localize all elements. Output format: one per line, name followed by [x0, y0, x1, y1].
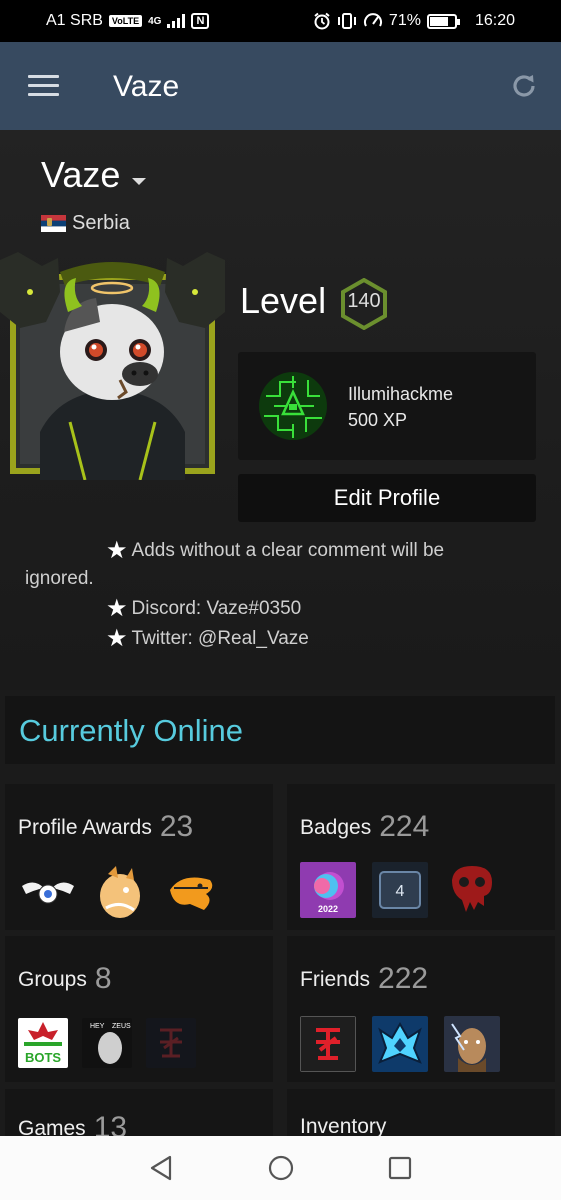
nfc-icon: N [191, 13, 210, 29]
edit-profile-button[interactable]: Edit Profile [238, 474, 536, 522]
level-label: Level [240, 280, 327, 321]
profile-country: Serbia [72, 212, 130, 234]
badge-name: Illumihackme [348, 384, 454, 404]
online-status-panel: Currently Online [5, 696, 555, 764]
refresh-icon[interactable] [510, 72, 538, 100]
profile-header: Vaze Serbia Level 140 Illumihackme 500 X… [0, 130, 561, 690]
friend-avatar[interactable] [300, 1016, 356, 1072]
games-card[interactable]: Games 13 [5, 1089, 273, 1136]
online-status-text: Currently Online [19, 713, 243, 748]
summary-line: Adds without a clear comment will be [131, 540, 445, 561]
clock: 16:20 [474, 12, 515, 29]
signal-icon [167, 14, 186, 28]
badge-thumb-text: 4 [396, 883, 405, 900]
summary-line: Discord: Vaze#0350 [131, 598, 302, 619]
card-count: 224 [379, 810, 430, 843]
star-icon: ★ [106, 625, 128, 652]
carrier-name: A1 SRB [46, 12, 103, 29]
card-count: 222 [378, 962, 429, 995]
friend-avatar[interactable] [444, 1016, 500, 1072]
card-count: 8 [94, 962, 112, 995]
card-label: Badges [300, 816, 372, 839]
steam-2022-badge-icon[interactable]: 2022 [300, 862, 356, 918]
app-bar: Vaze [0, 42, 561, 130]
dragon-egg-award-icon[interactable] [92, 864, 148, 920]
profile-name[interactable]: Vaze [41, 154, 120, 196]
hamburger-menu-icon[interactable] [28, 75, 59, 97]
badges-card[interactable]: Badges 224 2022 4 [287, 784, 555, 930]
speed-icon [363, 13, 382, 27]
card-label: Friends [300, 968, 371, 991]
bots-group-icon[interactable]: BOTS [18, 1018, 68, 1068]
summary-line: Twitter: @Real_Vaze [131, 628, 309, 649]
card-count: 13 [93, 1111, 128, 1136]
home-icon[interactable] [268, 1155, 294, 1181]
vibrate-icon [337, 13, 356, 29]
system-navigation-bar [0, 1136, 561, 1200]
card-label: Profile Awards [18, 816, 152, 839]
alarm-icon [314, 12, 330, 30]
inventory-card[interactable]: Inventory [287, 1089, 555, 1136]
hey-zeus-group-icon[interactable]: HEY ZEUS [82, 1018, 132, 1068]
back-icon[interactable] [148, 1154, 174, 1182]
status-bar: A1 SRB VoLTE 4G N 71% 16:20 [0, 0, 561, 42]
profile-avatar[interactable] [0, 252, 225, 480]
level-number: 140 [347, 290, 381, 312]
star-icon: ★ [106, 595, 128, 622]
dark-glyph-group-icon[interactable] [146, 1018, 196, 1068]
group-thumb-text: BOTS [25, 1050, 61, 1065]
card-label: Games [18, 1117, 86, 1136]
chevron-down-icon[interactable] [132, 178, 146, 185]
recent-apps-icon[interactable] [388, 1156, 412, 1180]
battery-percent: 71% [388, 12, 421, 29]
network-type: 4G [148, 15, 162, 27]
serbia-flag-icon [41, 215, 66, 232]
battery-icon [426, 13, 460, 29]
profile-awards-card[interactable]: Profile Awards 23 [5, 784, 273, 930]
card-label: Groups [18, 968, 87, 991]
summary-line: ignored. [25, 568, 94, 589]
group-thumb-text: ZEUS [112, 1023, 131, 1030]
featured-badge[interactable]: Illumihackme 500 XP [238, 352, 536, 460]
volte-indicator: VoLTE [108, 15, 143, 27]
game-badge-icon[interactable]: 4 [372, 862, 428, 918]
illumihackme-badge-icon [259, 372, 327, 440]
app-title: Vaze [113, 70, 180, 103]
card-count: 23 [159, 810, 194, 843]
badge-thumb-text: 2022 [318, 904, 338, 914]
star-icon: ★ [106, 537, 128, 564]
dino-award-icon[interactable] [164, 864, 220, 920]
card-label: Inventory [300, 1115, 387, 1136]
groups-card[interactable]: Groups 8 BOTS HEY ZEUS [5, 936, 273, 1082]
skull-badge-icon[interactable] [444, 862, 500, 918]
winged-award-icon[interactable] [20, 864, 76, 920]
friends-card[interactable]: Friends 222 [287, 936, 555, 1082]
group-thumb-text: HEY [90, 1023, 105, 1030]
badge-xp: 500 XP [348, 410, 408, 430]
friend-avatar[interactable] [372, 1016, 428, 1072]
